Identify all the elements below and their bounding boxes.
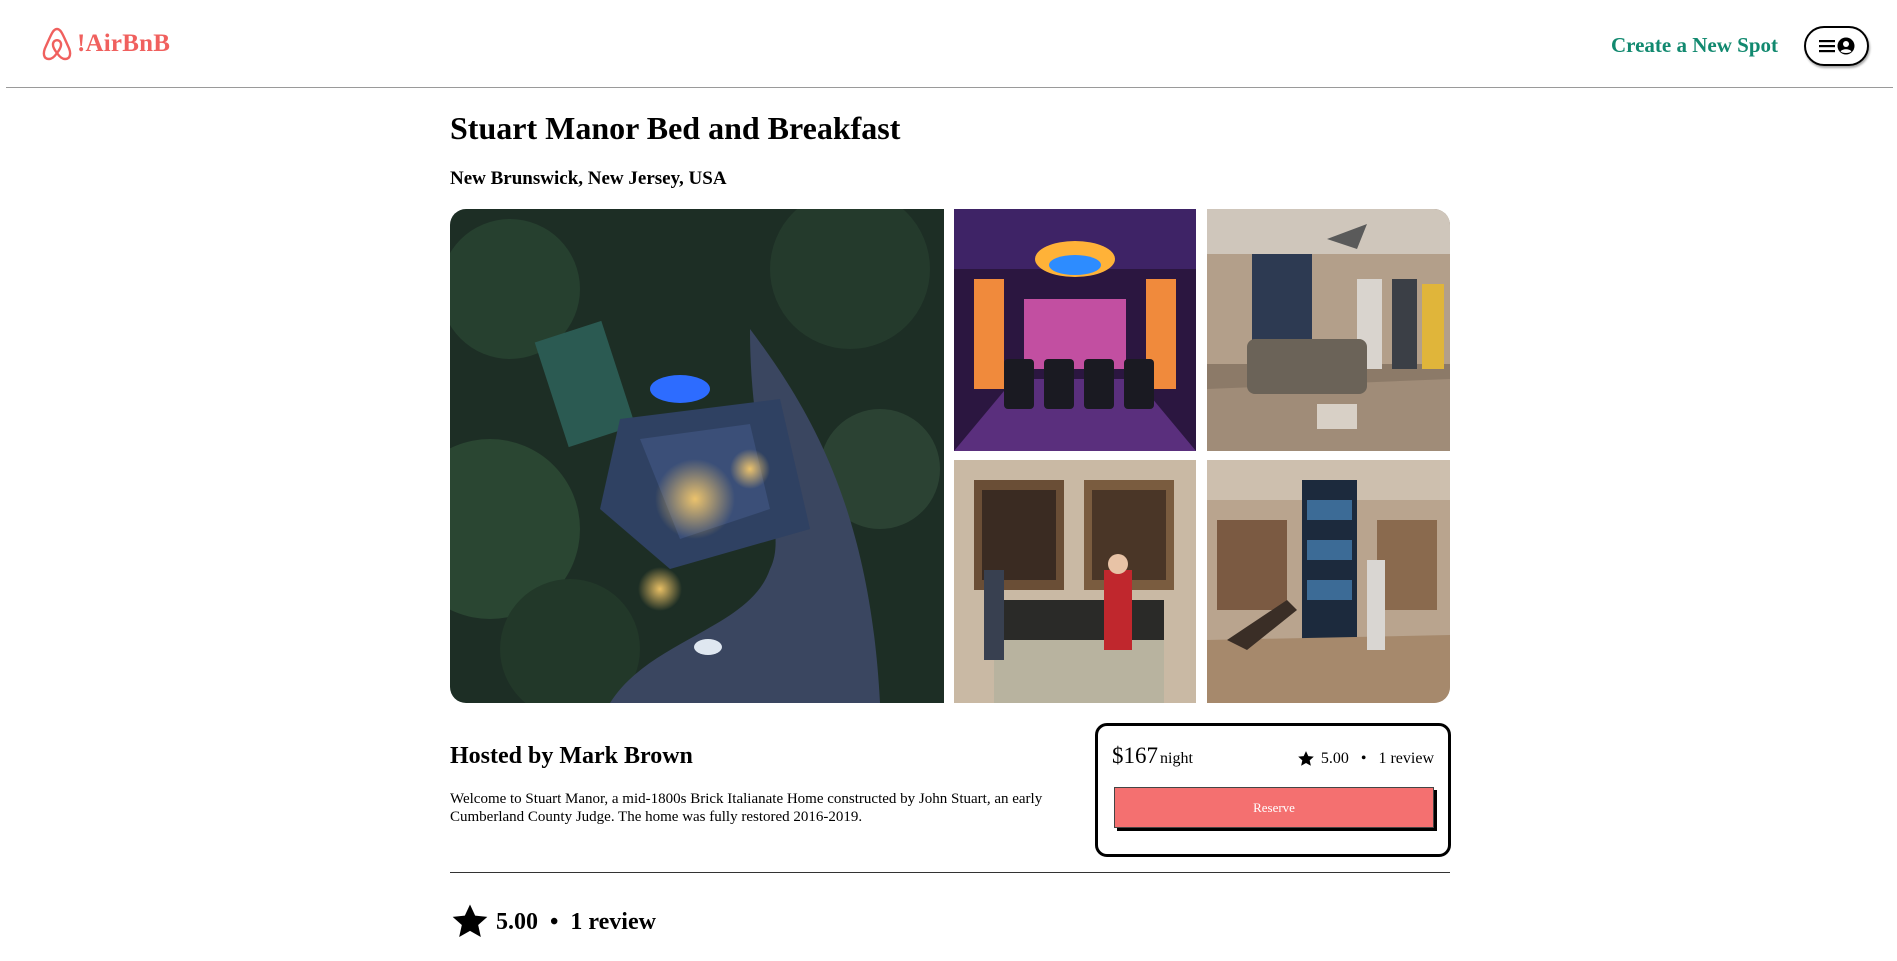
home-logo-link[interactable]: !AirBnB <box>40 26 170 62</box>
photo-bar-area <box>954 460 1196 703</box>
spot-description: Welcome to Stuart Manor, a mid-1800s Bri… <box>450 791 1043 825</box>
photo-gallery <box>450 209 1450 703</box>
airbnb-logo-icon <box>42 27 72 61</box>
create-spot-link[interactable]: Create a New Spot <box>1611 33 1778 58</box>
section-divider <box>450 872 1450 873</box>
photo-collectibles-lounge <box>1207 209 1450 451</box>
star-icon <box>1298 751 1314 766</box>
profile-menu-button[interactable] <box>1804 26 1869 66</box>
summary-review-count: 1 review <box>570 908 656 935</box>
spot-title: Stuart Manor Bed and Breakfast <box>450 110 901 146</box>
reservation-callout: $167 night 5.00 • 1 review Reserve <box>1095 723 1451 857</box>
callout-rating: 5.00 • 1 review <box>1297 750 1434 768</box>
reserve-button[interactable]: Reserve <box>1114 787 1434 828</box>
price-amount: $167 <box>1112 743 1158 768</box>
price-unit: night <box>1160 750 1193 767</box>
brand-name: !AirBnB <box>77 30 171 57</box>
separator-dot: • <box>550 908 559 935</box>
price-per-night: $167 night <box>1112 743 1193 769</box>
callout-rating-value: 5.00 <box>1320 750 1349 767</box>
photo-home-theater <box>954 209 1196 451</box>
user-circle-icon <box>1837 37 1854 55</box>
hamburger-icon <box>1818 40 1835 53</box>
callout-review-count: 1 review <box>1378 750 1434 767</box>
summary-rating-value: 5.00 <box>496 908 538 935</box>
photo-collection-gallery <box>1207 460 1450 703</box>
separator-dot: • <box>1360 750 1367 767</box>
host-heading: Hosted by Mark Brown <box>450 743 693 769</box>
reviews-summary: 5.00 • 1 review <box>450 902 656 942</box>
top-nav: !AirBnB Create a New Spot <box>6 0 1893 88</box>
star-icon <box>452 904 488 937</box>
main-photo-aerial-estate <box>450 209 944 703</box>
spot-location: New Brunswick, New Jersey, USA <box>450 168 727 189</box>
